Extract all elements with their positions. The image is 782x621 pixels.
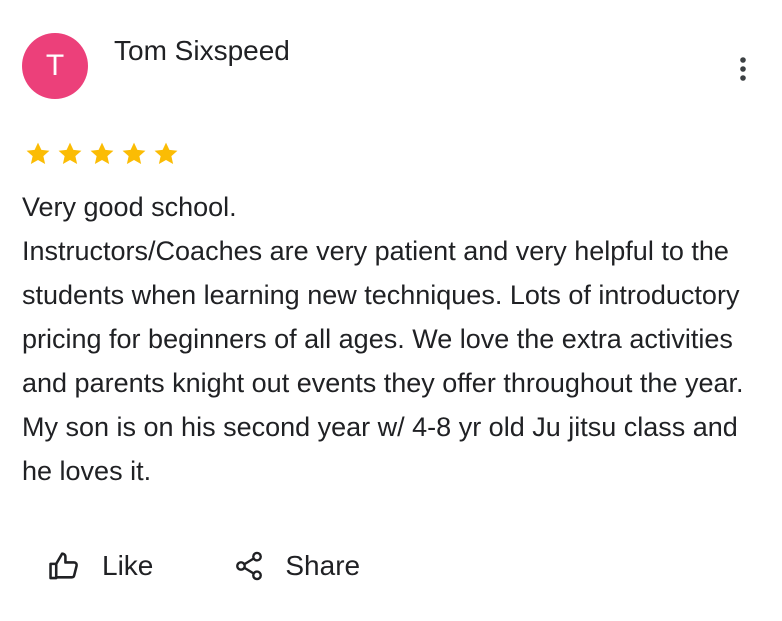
star-icon	[58, 142, 82, 165]
avatar-initial: T	[45, 49, 65, 82]
review-text-body: Instructors/Coaches are very patient and…	[22, 236, 744, 486]
share-label: Share	[285, 550, 361, 581]
share-icon	[231, 548, 267, 584]
star-icon	[90, 142, 114, 165]
review-text: Very good school. Instructors/Coaches ar…	[22, 185, 762, 493]
review-text-line: Very good school.	[22, 192, 237, 222]
star-icon	[154, 142, 178, 165]
share-button[interactable]: Share	[231, 548, 360, 584]
reviewer-name[interactable]: Tom Sixspeed	[114, 33, 290, 69]
more-vertical-icon	[740, 57, 746, 81]
star-icon	[26, 142, 50, 165]
like-button[interactable]: Like	[46, 548, 153, 584]
like-label: Like	[102, 550, 154, 581]
star-rating	[22, 140, 182, 168]
review-actions: Like Share	[46, 548, 360, 584]
more-options-button[interactable]	[728, 52, 758, 86]
thumbs-up-icon	[46, 548, 82, 584]
star-icon	[122, 142, 146, 165]
avatar[interactable]: T	[22, 33, 88, 99]
